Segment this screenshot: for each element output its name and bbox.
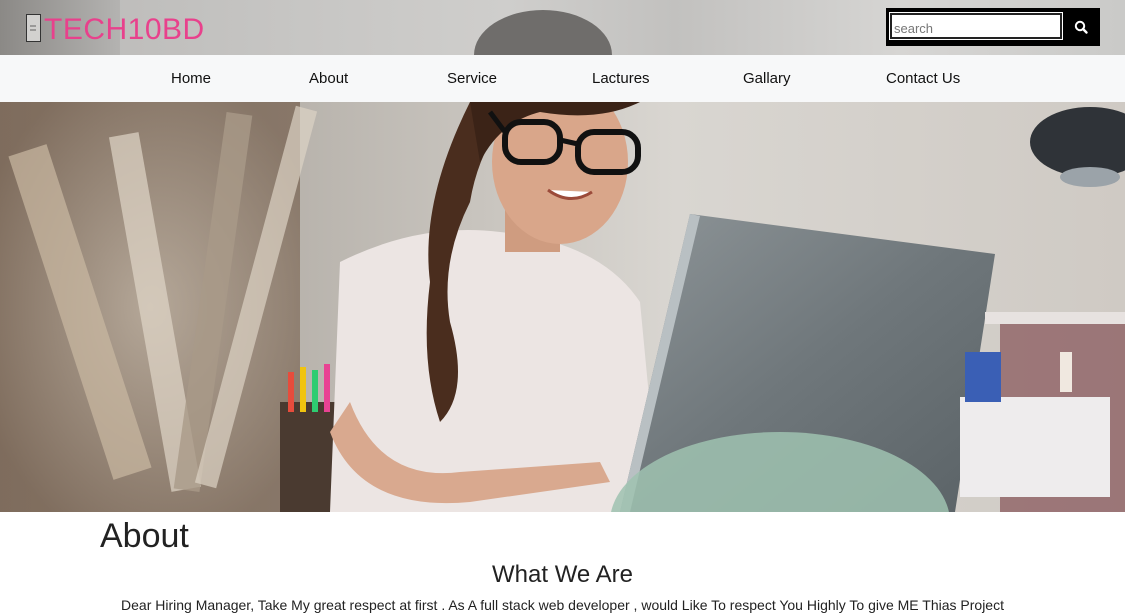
woman-with-laptop-photo	[0, 102, 1125, 512]
logo-mark-glyph	[30, 25, 36, 31]
search-input[interactable]	[889, 12, 1063, 40]
search-icon	[1074, 20, 1088, 34]
nav-item-home[interactable]: Home	[171, 70, 211, 87]
search-form	[886, 8, 1100, 46]
nav-item-gallary[interactable]: Gallary	[743, 70, 791, 87]
hero-image	[0, 102, 1125, 512]
about-heading: About	[100, 517, 189, 555]
nav-item-lactures[interactable]: Lactures	[592, 70, 650, 87]
about-paragraph: Dear Hiring Manager, Take My great respe…	[121, 597, 1004, 613]
main-nav: Home About Service Lactures Gallary Cont…	[0, 55, 1125, 103]
site-logo[interactable]: TECH10BD	[44, 14, 205, 46]
logo-mark-icon[interactable]	[26, 14, 41, 42]
about-subheading: What We Are	[492, 561, 633, 588]
search-button[interactable]	[1066, 12, 1096, 42]
nav-item-about[interactable]: About	[309, 70, 348, 87]
site-header: TECH10BD	[0, 0, 1125, 55]
header-background-photo-detail	[474, 10, 612, 55]
nav-item-service[interactable]: Service	[447, 70, 497, 87]
nav-item-contact-us[interactable]: Contact Us	[886, 70, 960, 87]
